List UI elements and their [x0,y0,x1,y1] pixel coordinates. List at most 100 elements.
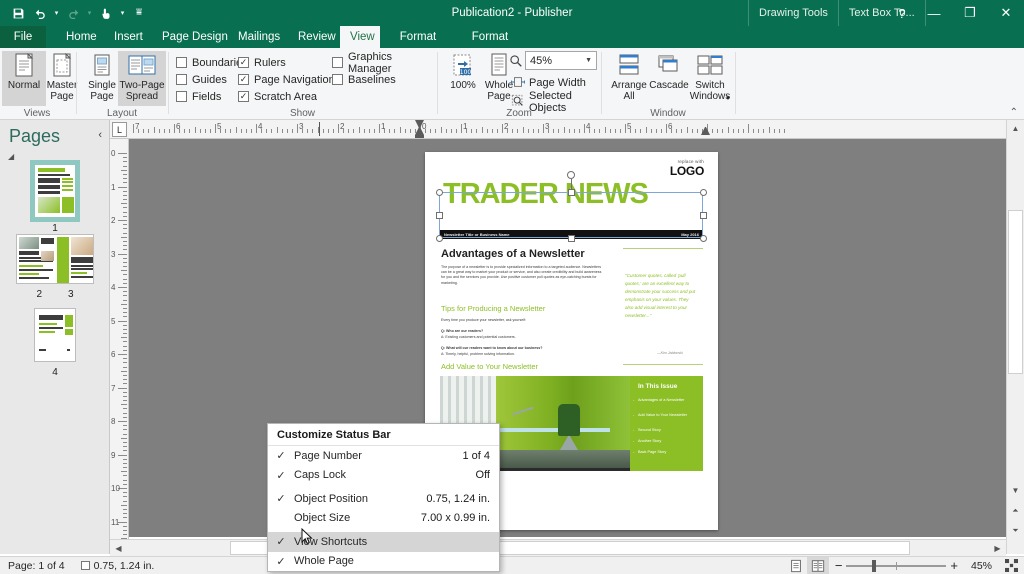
menu-item-object-size[interactable]: Object Size 7.00 x 0.99 in. [268,509,499,529]
checkbox-boundaries[interactable]: Boundaries [176,55,248,70]
tab-format-drawing[interactable]: Format [384,26,452,48]
tab-file[interactable]: File [0,26,46,48]
checkbox-rulers[interactable]: Rulers [238,55,286,70]
vertical-ruler[interactable]: 0 1 2 3 4 5 6 7 8 9 10 11 [110,139,129,554]
chevron-down-icon[interactable]: ▼ [725,94,731,105]
touch-mode-icon[interactable] [96,2,116,24]
faq-answer-2[interactable]: A: Timely, helpful, problem solving info… [441,352,606,357]
collapse-ribbon-button[interactable]: ⌃ [1010,107,1018,118]
document-canvas[interactable]: replace with LOGO TRADER NEWS Newsletter… [129,139,1006,537]
selection-handle-sw[interactable] [436,235,443,242]
minimize-button[interactable]: — [916,0,952,26]
article-paragraph-1[interactable]: The purpose of a newsletter is to provid… [441,265,606,286]
article-heading-1[interactable]: Advantages of a Newsletter [441,248,585,260]
restore-button[interactable]: ❐ [952,0,988,26]
menu-item-object-position[interactable]: ✓ Object Position 0.75, 1.24 in. [268,489,499,509]
pull-quote[interactable]: "Customer quotes, called 'pull quotes,' … [625,272,697,320]
selection-handle-e[interactable] [700,212,707,219]
zoom-in-button[interactable]: + [950,558,958,573]
article-heading-2[interactable]: Tips for Producing a Newsletter [441,304,545,313]
menu-item-whole-page[interactable]: ✓ Whole Page [268,552,499,572]
check-icon: ✓ [276,493,286,506]
zoom-slider-track[interactable] [846,559,947,572]
checkbox-fields[interactable]: Fields [176,89,221,104]
tab-stop-selector-button[interactable]: L [112,122,127,137]
collapse-panel-button[interactable]: ‹ [98,129,102,141]
save-icon[interactable] [8,2,28,24]
selection-handle-ne[interactable] [700,189,707,196]
checkbox-scratch-area[interactable]: Scratch Area [238,89,317,104]
thumbnail-image [16,234,94,284]
two-page-spread-button[interactable]: Two-Page Spread [118,51,166,106]
logo-placeholder[interactable]: replace with LOGO [670,159,704,176]
selection-handle-se[interactable] [700,235,707,242]
selection-handle-w[interactable] [436,212,443,219]
article-heading-3[interactable]: Add Value to Your Newsletter [441,362,538,371]
rotation-handle[interactable] [567,171,575,179]
tab-page-design[interactable]: Page Design [152,26,228,48]
checkbox-guides[interactable]: Guides [176,72,227,87]
status-page-number[interactable]: Page: 1 of 4 [0,557,73,574]
chevron-down-icon[interactable]: ▼ [585,57,592,64]
horizontal-ruler[interactable]: L 76543210123456 [110,120,1006,139]
zoom-slider-control[interactable]: − + 45% [829,558,998,573]
single-page-view-button[interactable] [785,557,807,574]
status-object-position[interactable]: 0.75, 1.24 in. [73,557,163,574]
help-button[interactable]: ? [888,0,916,26]
menu-item-view-shortcuts[interactable]: ✓ View Shortcuts [268,532,499,552]
two-page-spread-view-button[interactable] [806,556,829,574]
touch-mode-dropdown-icon[interactable]: ▾ [118,9,127,17]
panel-resize-handle[interactable]: ◢ [8,152,14,161]
next-page-button[interactable]: ⏷ [1007,522,1024,539]
scroll-down-button[interactable]: ▼ [1007,482,1024,499]
horizontal-scrollbar[interactable]: ◀ ▶ [110,539,1006,556]
customize-qat-icon[interactable]: ⩸ [129,2,149,24]
checkbox-graphics-manager[interactable]: Graphics Manager [332,51,435,75]
menu-item-caps-lock[interactable]: ✓ Caps Lock Off [268,466,499,486]
undo-icon[interactable] [30,2,50,24]
customize-status-bar-menu[interactable]: Customize Status Bar ✓ Page Number 1 of … [267,423,500,572]
previous-page-button[interactable]: ⏶ [1007,502,1024,519]
tab-mailings[interactable]: Mailings [228,26,288,48]
scroll-up-button[interactable]: ▲ [1007,120,1024,137]
checkbox-baselines[interactable]: Baselines [332,72,396,87]
selection-handle-s[interactable] [568,235,575,242]
faq-question-1[interactable]: Q: Who are our readers? [441,329,606,334]
checkbox-page-navigation[interactable]: Page Navigation [238,72,335,87]
status-bar[interactable]: Page: 1 of 4 0.75, 1.24 in. − + 45% [0,556,1024,574]
ribbon-group-window: Arrange All Cascade Switch Windows ▼ Win… [603,48,733,120]
close-button[interactable]: ✕ [988,0,1024,26]
group-label-views: Views [23,108,51,119]
tab-review[interactable]: Review [288,26,340,48]
scroll-left-button[interactable]: ◀ [110,540,127,556]
selection-handle-n[interactable] [568,189,575,196]
arrange-all-button[interactable]: Arrange All [607,51,651,106]
pull-quote-attribution[interactable]: —Kim Jablonski [657,351,683,355]
menu-item-page-number[interactable]: ✓ Page Number 1 of 4 [268,446,499,466]
tab-home[interactable]: Home [56,26,104,48]
selection-handle-nw[interactable] [436,189,443,196]
switch-windows-button[interactable]: Switch Windows ▼ [687,51,733,106]
undo-dropdown-icon[interactable]: ▾ [52,9,61,17]
tab-insert[interactable]: Insert [104,26,152,48]
in-this-issue-box[interactable]: In This Issue - Advantages of a Newslett… [630,376,703,471]
faq-question-2[interactable]: Q: What will our readers want to know ab… [441,346,606,351]
checkbox-icon [332,74,343,85]
zoom-out-button[interactable]: − [835,558,843,573]
thumbnail-page-4[interactable]: 4 [0,308,110,378]
zoom-slider-knob[interactable] [872,559,877,572]
fit-page-button[interactable] [998,557,1024,574]
thumbnail-page-1[interactable]: 1 [0,160,110,234]
check-icon: ✓ [276,450,286,463]
vertical-scroll-thumb[interactable] [1008,210,1023,374]
vertical-scrollbar[interactable]: ▲ ▼ ⏶ ⏷ [1006,120,1024,554]
article-paragraph-2[interactable]: Every time you produce your newsletter, … [441,318,606,323]
status-right-controls: − + 45% [785,556,1024,574]
tab-view[interactable]: View [340,26,380,48]
scroll-right-button[interactable]: ▶ [989,540,1006,556]
tab-format-textbox[interactable]: Format [456,26,524,48]
faq-answer-1[interactable]: A: Existing customers and potential cust… [441,335,606,340]
zoom-level-combobox[interactable]: 45% ▼ [525,51,597,70]
thumbnail-pages-2-3[interactable]: 2 3 [0,234,110,300]
cascade-button[interactable]: Cascade [647,51,691,106]
